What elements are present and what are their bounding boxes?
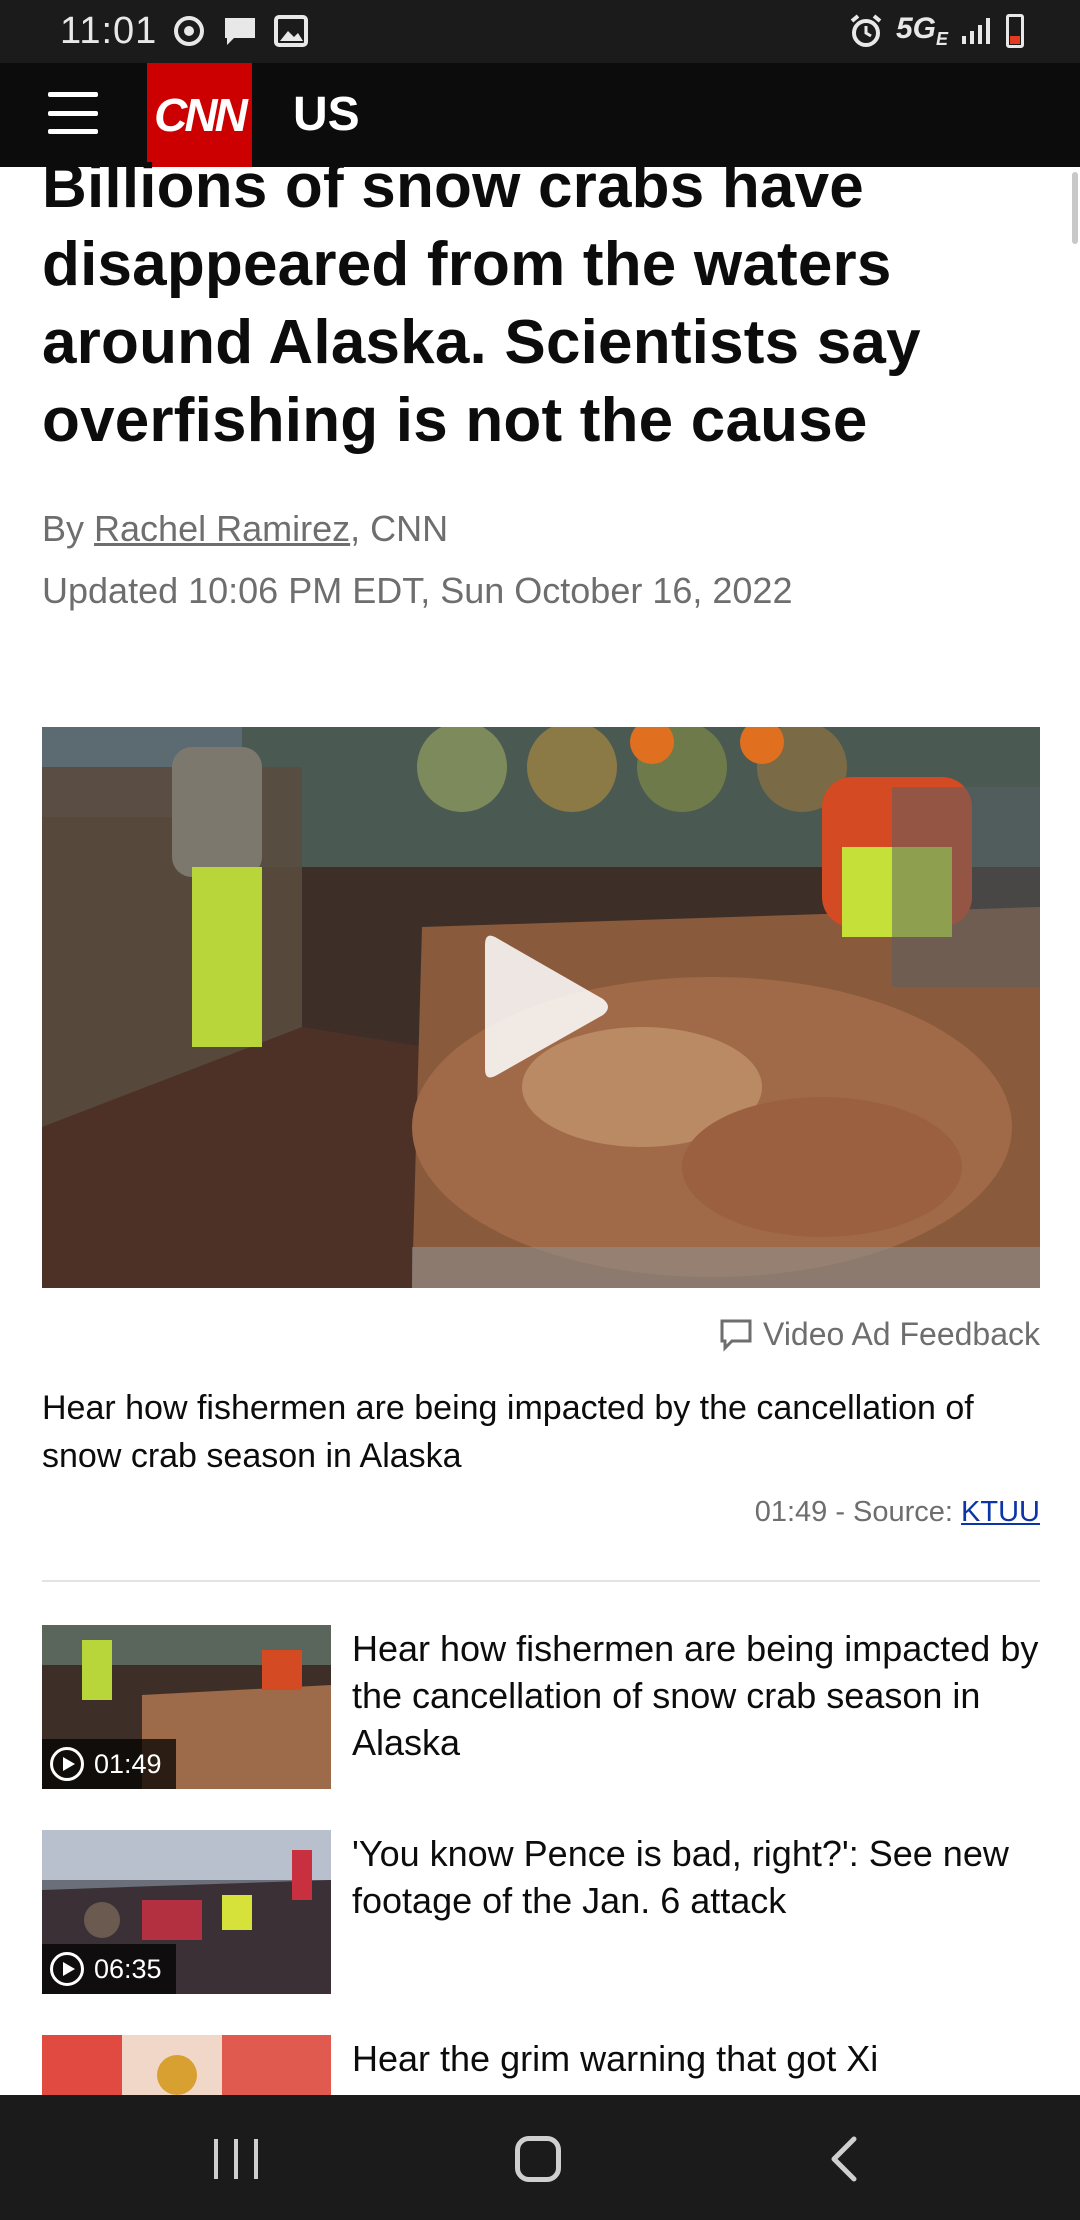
recent-apps-icon-bar	[254, 2139, 258, 2179]
navigation-bar	[0, 2095, 1080, 2220]
network-label: 5G	[895, 12, 936, 45]
updated-timestamp: Updated 10:06 PM EDT, Sun October 16, 20…	[42, 570, 793, 611]
status-time: 11:01	[60, 10, 158, 52]
recent-apps-icon-bar	[214, 2139, 218, 2179]
divider	[42, 1580, 1040, 1582]
section-title[interactable]: US	[293, 87, 360, 142]
back-icon[interactable]	[824, 2135, 864, 2183]
related-video-thumbnail[interactable]: 01:49	[42, 1625, 331, 1789]
byline-prefix: By	[42, 508, 85, 549]
menu-icon-line	[48, 92, 98, 97]
video-player[interactable]	[42, 727, 1040, 1288]
recent-apps-icon-bar	[234, 2139, 238, 2179]
related-video-item[interactable]: 01:49 Hear how fishermen are being impac…	[42, 1625, 1040, 1789]
network-sub-label: E	[935, 29, 948, 49]
feedback-icon	[720, 1319, 752, 1352]
video-duration-source: 01:49 - Source:	[754, 1496, 962, 1528]
play-circle-icon	[50, 1952, 84, 1986]
scrollbar[interactable]	[1072, 172, 1078, 244]
sync-icon	[174, 16, 204, 46]
video-meta: 01:49 - Source: KTUU	[755, 1496, 1040, 1529]
related-video-title[interactable]: 'You know Pence is bad, right?': See new…	[352, 1830, 1042, 1924]
status-system-icons: 5GE	[848, 12, 1024, 50]
byline: By Rachel Ramirez, CNN	[42, 508, 448, 550]
duration-badge: 06:35	[42, 1944, 176, 1994]
menu-icon-line	[48, 110, 98, 116]
status-notification-icons	[172, 14, 308, 48]
network-type: 5GE	[896, 12, 948, 50]
play-circle-icon	[50, 1747, 84, 1781]
video-ad-feedback[interactable]: Video Ad Feedback	[719, 1316, 1040, 1353]
author-link[interactable]: Rachel Ramirez	[94, 508, 350, 549]
alarm-icon	[850, 14, 882, 47]
signal-icon	[962, 18, 990, 44]
video-caption: Hear how fishermen are being impacted by…	[42, 1389, 974, 1475]
related-video-thumbnail[interactable]: 06:35	[42, 1830, 331, 1994]
recent-apps-button[interactable]	[214, 2139, 258, 2179]
byline-suffix: , CNN	[350, 508, 449, 549]
duration-label: 01:49	[94, 1748, 162, 1779]
duration-label: 06:35	[94, 1953, 162, 1984]
related-video-item[interactable]: 06:35 'You know Pence is bad, right?': S…	[42, 1830, 1040, 1994]
menu-icon-line	[48, 129, 98, 134]
image-icon	[274, 15, 308, 47]
source-link[interactable]: KTUU	[961, 1496, 1040, 1528]
play-icon[interactable]	[475, 927, 615, 1087]
ad-feedback-label: Video Ad Feedback	[763, 1316, 1040, 1352]
menu-button[interactable]	[48, 88, 98, 138]
battery-icon	[1006, 14, 1024, 48]
message-icon	[225, 18, 255, 45]
home-button[interactable]	[515, 2136, 561, 2182]
article-headline: Billions of snow crabs have disappeared …	[42, 152, 921, 455]
status-bar: 11:01 5GE	[0, 0, 1080, 63]
related-video-title[interactable]: Hear how fishermen are being impacted by…	[352, 1625, 1042, 1766]
related-video-title[interactable]: Hear the grim warning that got Xi	[352, 2035, 1042, 2082]
duration-badge: 01:49	[42, 1739, 176, 1789]
